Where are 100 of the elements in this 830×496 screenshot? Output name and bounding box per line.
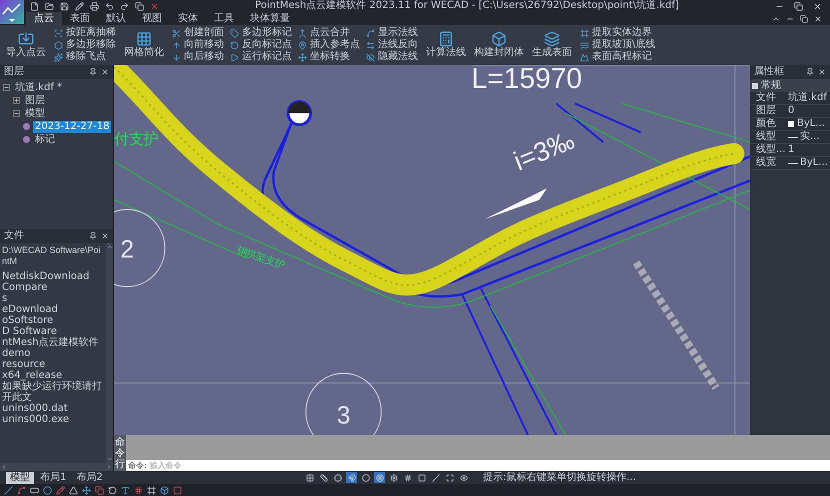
- status-toggle[interactable]: [388, 472, 399, 483]
- file-item[interactable]: unins000.exe: [2, 414, 104, 425]
- property-value[interactable]: ByL...: [797, 119, 825, 129]
- scrollbar[interactable]: [106, 243, 113, 463]
- file-item[interactable]: eDownload: [2, 304, 104, 315]
- status-toggle[interactable]: [374, 472, 385, 483]
- scroll-down-icon[interactable]: [106, 456, 112, 462]
- scroll-right-icon[interactable]: [106, 464, 112, 470]
- tree-item[interactable]: 模型: [23, 108, 47, 120]
- status-toggle[interactable]: [304, 472, 315, 483]
- save-icon[interactable]: [60, 2, 69, 10]
- file-item[interactable]: x64_release: [2, 370, 104, 381]
- ribbon-button[interactable]: 显示法线: [366, 27, 418, 39]
- ribbon-button[interactable]: 网格简化: [122, 27, 166, 63]
- menu-tab[interactable]: 表面: [62, 12, 98, 25]
- file-item[interactable]: Compare: [2, 282, 104, 293]
- circle-tool-icon[interactable]: [43, 486, 52, 494]
- text-tool-icon[interactable]: [121, 486, 130, 494]
- ribbon-button[interactable]: 点云合并: [298, 27, 360, 39]
- property-value[interactable]: 0: [788, 106, 794, 116]
- scroll-left-icon[interactable]: [1, 464, 7, 470]
- open-folder-icon[interactable]: [45, 2, 54, 10]
- copy-tool-icon[interactable]: [95, 486, 104, 494]
- file-item[interactable]: ntMesh点云建模软件: [2, 337, 104, 348]
- ribbon-button[interactable]: 插入参考点: [298, 39, 360, 51]
- pin-icon[interactable]: [89, 68, 97, 76]
- ribbon-button[interactable]: 按距离抽稀: [54, 27, 116, 39]
- new-file-icon[interactable]: [30, 2, 39, 10]
- status-toggle[interactable]: [402, 472, 413, 483]
- property-value[interactable]: 坑道.kdf: [788, 93, 827, 103]
- app-logo-icon[interactable]: [0, 0, 24, 24]
- pin-icon[interactable]: [806, 68, 814, 76]
- rectangle-tool-icon[interactable]: [30, 486, 39, 494]
- status-toggle[interactable]: [332, 472, 343, 483]
- redo-icon[interactable]: [120, 2, 129, 10]
- windows-icon[interactable]: [135, 2, 144, 10]
- tree-item[interactable]: 坑道.kdf *: [13, 82, 64, 94]
- line-tool-icon[interactable]: [4, 486, 13, 494]
- restore-icon[interactable]: [800, 14, 808, 22]
- file-item[interactable]: oSoftstore: [2, 315, 104, 326]
- file-item[interactable]: D Software: [2, 326, 104, 337]
- tree-item[interactable]: 2023-12-27-18: [33, 120, 112, 132]
- ribbon-button[interactable]: 隐藏法线: [366, 51, 418, 63]
- ribbon-button[interactable]: 多边形标记: [230, 27, 292, 39]
- ribbon-button[interactable]: 生成表面: [530, 27, 574, 63]
- curve-tool-icon[interactable]: [17, 486, 26, 494]
- ribbon-button[interactable]: 提取实体边界: [580, 27, 656, 39]
- close-icon[interactable]: [101, 232, 109, 240]
- close-icon[interactable]: [101, 68, 109, 76]
- status-toggle[interactable]: [360, 472, 371, 483]
- ribbon-button[interactable]: 表面高程标记: [580, 51, 656, 63]
- file-item[interactable]: resource: [2, 359, 104, 370]
- layout-tab[interactable]: 布局1: [36, 472, 70, 484]
- close-icon[interactable]: [818, 68, 826, 76]
- ribbon-button[interactable]: 计算法线: [424, 27, 468, 63]
- menu-tab[interactable]: 块体算量: [242, 12, 298, 25]
- file-item[interactable]: demo: [2, 348, 104, 359]
- ribbon-button[interactable]: 向前移动: [172, 39, 224, 51]
- menu-tab[interactable]: 点云: [26, 12, 62, 25]
- scroll-up-icon[interactable]: [106, 244, 112, 250]
- ribbon-button[interactable]: 运行标记点: [230, 51, 292, 63]
- tree-item[interactable]: 图层: [23, 94, 47, 106]
- tree-item[interactable]: 标记: [33, 134, 57, 146]
- ribbon-button[interactable]: 多边形移除: [54, 39, 116, 51]
- pencil-tool-icon[interactable]: [56, 486, 65, 494]
- property-value[interactable]: ByL...: [800, 158, 828, 168]
- menu-tab[interactable]: 工具: [206, 12, 242, 25]
- command-input[interactable]: 命令: 输入命令: [126, 460, 830, 471]
- menu-tab[interactable]: 实体: [170, 12, 206, 25]
- menu-tab[interactable]: 默认: [98, 12, 134, 25]
- rotate-tool-icon[interactable]: [108, 486, 117, 494]
- file-item[interactable]: unins000.dat: [2, 403, 104, 414]
- move-tool-icon[interactable]: [82, 486, 91, 494]
- layout-tab[interactable]: 布局2: [72, 472, 107, 484]
- status-toggle[interactable]: [444, 472, 455, 483]
- ribbon-button[interactable]: 法线反向: [366, 39, 418, 51]
- status-toggle[interactable]: [318, 472, 329, 483]
- pin-icon[interactable]: [89, 232, 97, 240]
- ribbon-button[interactable]: 创建剖面: [172, 27, 224, 39]
- expand-icon[interactable]: [13, 97, 20, 104]
- ribbon-button[interactable]: 提取坡顶\底线: [580, 39, 656, 51]
- square-tool-icon[interactable]: [173, 486, 182, 494]
- hatch-tool-icon[interactable]: [134, 486, 143, 494]
- layout-tab[interactable]: 模型: [6, 472, 34, 484]
- status-toggle[interactable]: [416, 472, 427, 483]
- menu-tab[interactable]: 视图: [134, 12, 170, 25]
- restore-icon[interactable]: [794, 2, 803, 10]
- ribbon-button[interactable]: 坐标转换: [298, 51, 360, 63]
- edit-icon[interactable]: [75, 2, 84, 10]
- print-icon[interactable]: [90, 2, 99, 10]
- block-tool-icon[interactable]: [160, 486, 169, 494]
- property-value[interactable]: 实...: [800, 132, 820, 142]
- triangle-tool-icon[interactable]: [69, 486, 78, 494]
- ribbon-button[interactable]: 移除飞点: [54, 51, 116, 63]
- status-toggle[interactable]: [346, 472, 357, 483]
- file-item[interactable]: NetdiskDownload: [2, 271, 104, 282]
- ribbon-button[interactable]: 构建封闭体: [472, 27, 526, 63]
- ribbon-button[interactable]: 反向标记点: [230, 39, 292, 51]
- ribbon-button[interactable]: 向后移动: [172, 51, 224, 63]
- frame-tool-icon[interactable]: [147, 486, 156, 494]
